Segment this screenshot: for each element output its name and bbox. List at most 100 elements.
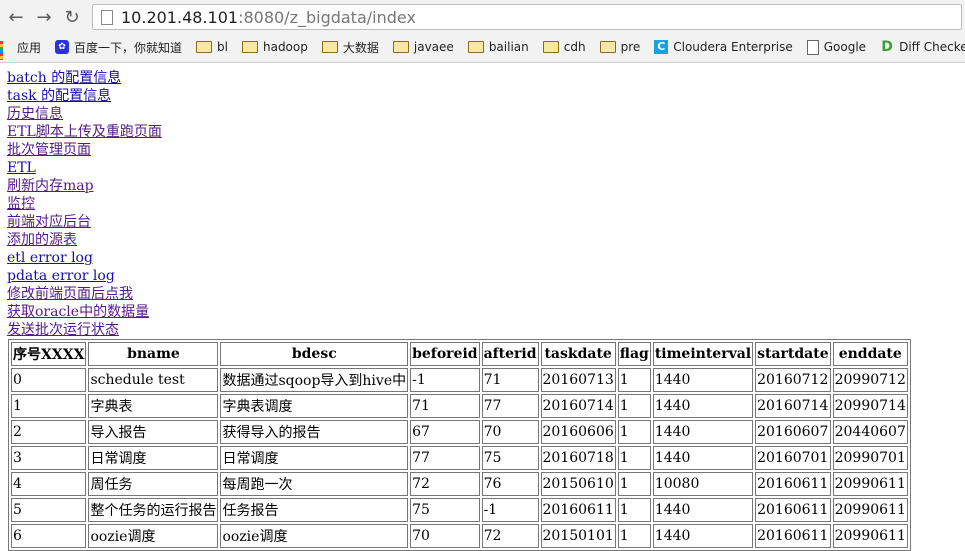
nav-link[interactable]: ETL脚本上传及重跑页面	[7, 123, 965, 141]
column-header: timeinterval	[652, 342, 754, 366]
table-row: 2 导入报告 获得导入的报告 67 70 20160606 1 1440 20160607 204…	[11, 420, 908, 444]
table-cell: 字典表调度	[220, 394, 409, 418]
nav-link[interactable]: batch 的配置信息	[7, 69, 965, 87]
url-text[interactable]: 10.201.48.101:8080/z_bigdata/index	[121, 8, 416, 27]
table-cell: 77	[481, 394, 539, 418]
bookmark-item[interactable]: hadoop	[241, 40, 308, 54]
bookmark-label: pre	[620, 40, 641, 54]
bookmark-label: bailian	[488, 40, 529, 54]
folder-icon	[321, 41, 338, 53]
bookmark-label: 百度一下，你就知道	[74, 40, 183, 55]
table-cell: 20160611	[755, 472, 831, 496]
table-cell: 10080	[652, 472, 754, 496]
table-body: 0 schedule test 数据通过sqoop导入到hive中 -1 71 20160…	[11, 368, 908, 548]
table-cell: 1440	[652, 524, 754, 548]
page-icon	[806, 39, 819, 55]
bookmark-item[interactable]: pre	[599, 40, 641, 54]
nav-link[interactable]: ETL	[7, 159, 965, 177]
table-cell: 67	[410, 420, 480, 444]
table-cell: 任务报告	[220, 498, 409, 522]
nav-link[interactable]: 获取oracle中的数据量	[7, 303, 965, 321]
folder-icon	[542, 41, 559, 53]
table-cell: 日常调度	[220, 446, 409, 470]
baidu-icon: ✿	[55, 40, 70, 54]
table-cell: 20990714	[832, 394, 908, 418]
table-cell: 20160607	[755, 420, 831, 444]
table-cell: 3	[11, 446, 87, 470]
nav-link[interactable]: task 的配置信息	[7, 87, 965, 105]
nav-link[interactable]: 添加的源表	[7, 231, 965, 249]
table-cell: 20990712	[832, 368, 908, 392]
table-row: 6 oozie调度 oozie调度 70 72 20150101 1 1440 20160611…	[11, 524, 908, 548]
bookmark-label: Diff Checker	[899, 40, 965, 54]
bookmark-item[interactable]: Google	[806, 39, 866, 55]
nav-link[interactable]: 批次管理页面	[7, 141, 965, 159]
table-cell: 20160712	[755, 368, 831, 392]
table-cell: 70	[481, 420, 539, 444]
bookmark-item[interactable]: ✿ 百度一下，你就知道	[55, 39, 182, 56]
bookmark-item[interactable]: cdh	[542, 40, 586, 54]
table-row: 3 日常调度 日常调度 77 75 20160718 1 1440 20160701 209907…	[11, 446, 908, 470]
nav-link[interactable]: 监控	[7, 195, 965, 213]
table-cell: 76	[481, 472, 539, 496]
table-cell: 20990611	[832, 524, 908, 548]
reload-icon[interactable]: ↻	[60, 5, 84, 29]
table-cell: schedule test	[88, 368, 219, 392]
nav-link[interactable]: 发送批次运行状态	[7, 321, 965, 339]
bookmark-item[interactable]: C Cloudera Enterprise	[654, 40, 793, 54]
bookmark-label: javaee	[413, 40, 454, 54]
nav-links: batch 的配置信息 task 的配置信息 历史信息 ETL脚本上传及重跑页面 批次管…	[7, 69, 965, 339]
table-cell: 20160714	[540, 394, 616, 418]
bookmark-label: 应用	[17, 40, 42, 55]
table-cell: 72	[410, 472, 480, 496]
column-header: enddate	[832, 342, 908, 366]
browser-chrome: ← → ↻ 10.201.48.101:8080/z_bigdata/index…	[0, 0, 965, 63]
nav-link[interactable]: 前端对应后台	[7, 213, 965, 231]
column-header: startdate	[755, 342, 831, 366]
column-header: bname	[88, 342, 219, 366]
table-cell: 1440	[652, 498, 754, 522]
address-bar[interactable]: 10.201.48.101:8080/z_bigdata/index	[92, 4, 962, 30]
table-cell: 20160718	[540, 446, 616, 470]
bookmark-item[interactable]: D Diff Checker	[880, 40, 965, 54]
nav-link[interactable]: etl error log	[7, 249, 965, 267]
nav-link[interactable]: 刷新内存map	[7, 177, 965, 195]
back-arrow-icon[interactable]: ←	[4, 5, 28, 29]
column-header: taskdate	[540, 342, 616, 366]
bookmark-label: 大数据	[342, 40, 379, 55]
table-cell: 周任务	[88, 472, 219, 496]
table-cell: 75	[410, 498, 480, 522]
forward-arrow-icon[interactable]: →	[32, 5, 56, 29]
table-cell: 1	[617, 472, 651, 496]
table-row: 0 schedule test 数据通过sqoop导入到hive中 -1 71 20160…	[11, 368, 908, 392]
table-cell: oozie调度	[88, 524, 219, 548]
table-cell: 4	[11, 472, 87, 496]
table-cell: 0	[11, 368, 87, 392]
bookmark-item[interactable]: javaee	[392, 40, 454, 54]
folder-icon	[241, 41, 258, 53]
bookmark-item[interactable]: bl	[196, 40, 228, 54]
table-cell: 20160713	[540, 368, 616, 392]
table-cell: 1	[617, 368, 651, 392]
table-cell: 71	[481, 368, 539, 392]
bookmark-label: bl	[217, 40, 228, 54]
bookmark-item[interactable]: 大数据	[321, 39, 379, 56]
table-row: 1 字典表 字典表调度 71 77 20160714 1 1440 20160714 209907…	[11, 394, 908, 418]
table-cell: 6	[11, 524, 87, 548]
nav-link[interactable]: 修改前端页面后点我	[7, 285, 965, 303]
column-header: 序号XXXX	[11, 342, 87, 366]
table-cell: 20990611	[832, 498, 908, 522]
table-cell: -1	[410, 368, 480, 392]
page-content: batch 的配置信息 task 的配置信息 历史信息 ETL脚本上传及重跑页面 批次管…	[0, 63, 965, 551]
table-cell: 日常调度	[88, 446, 219, 470]
table-header-row: 序号XXXX bname bdesc beforeid afterid taskdate f…	[11, 342, 908, 366]
table-cell: 20150101	[540, 524, 616, 548]
table-cell: 1	[617, 446, 651, 470]
bookmark-item[interactable]: bailian	[467, 40, 529, 54]
bookmark-item[interactable]: 应用	[0, 39, 42, 60]
table-cell: 字典表	[88, 394, 219, 418]
table-cell: 20160701	[755, 446, 831, 470]
nav-link[interactable]: pdata error log	[7, 267, 965, 285]
table-cell: 1440	[652, 446, 754, 470]
nav-link[interactable]: 历史信息	[7, 105, 965, 123]
